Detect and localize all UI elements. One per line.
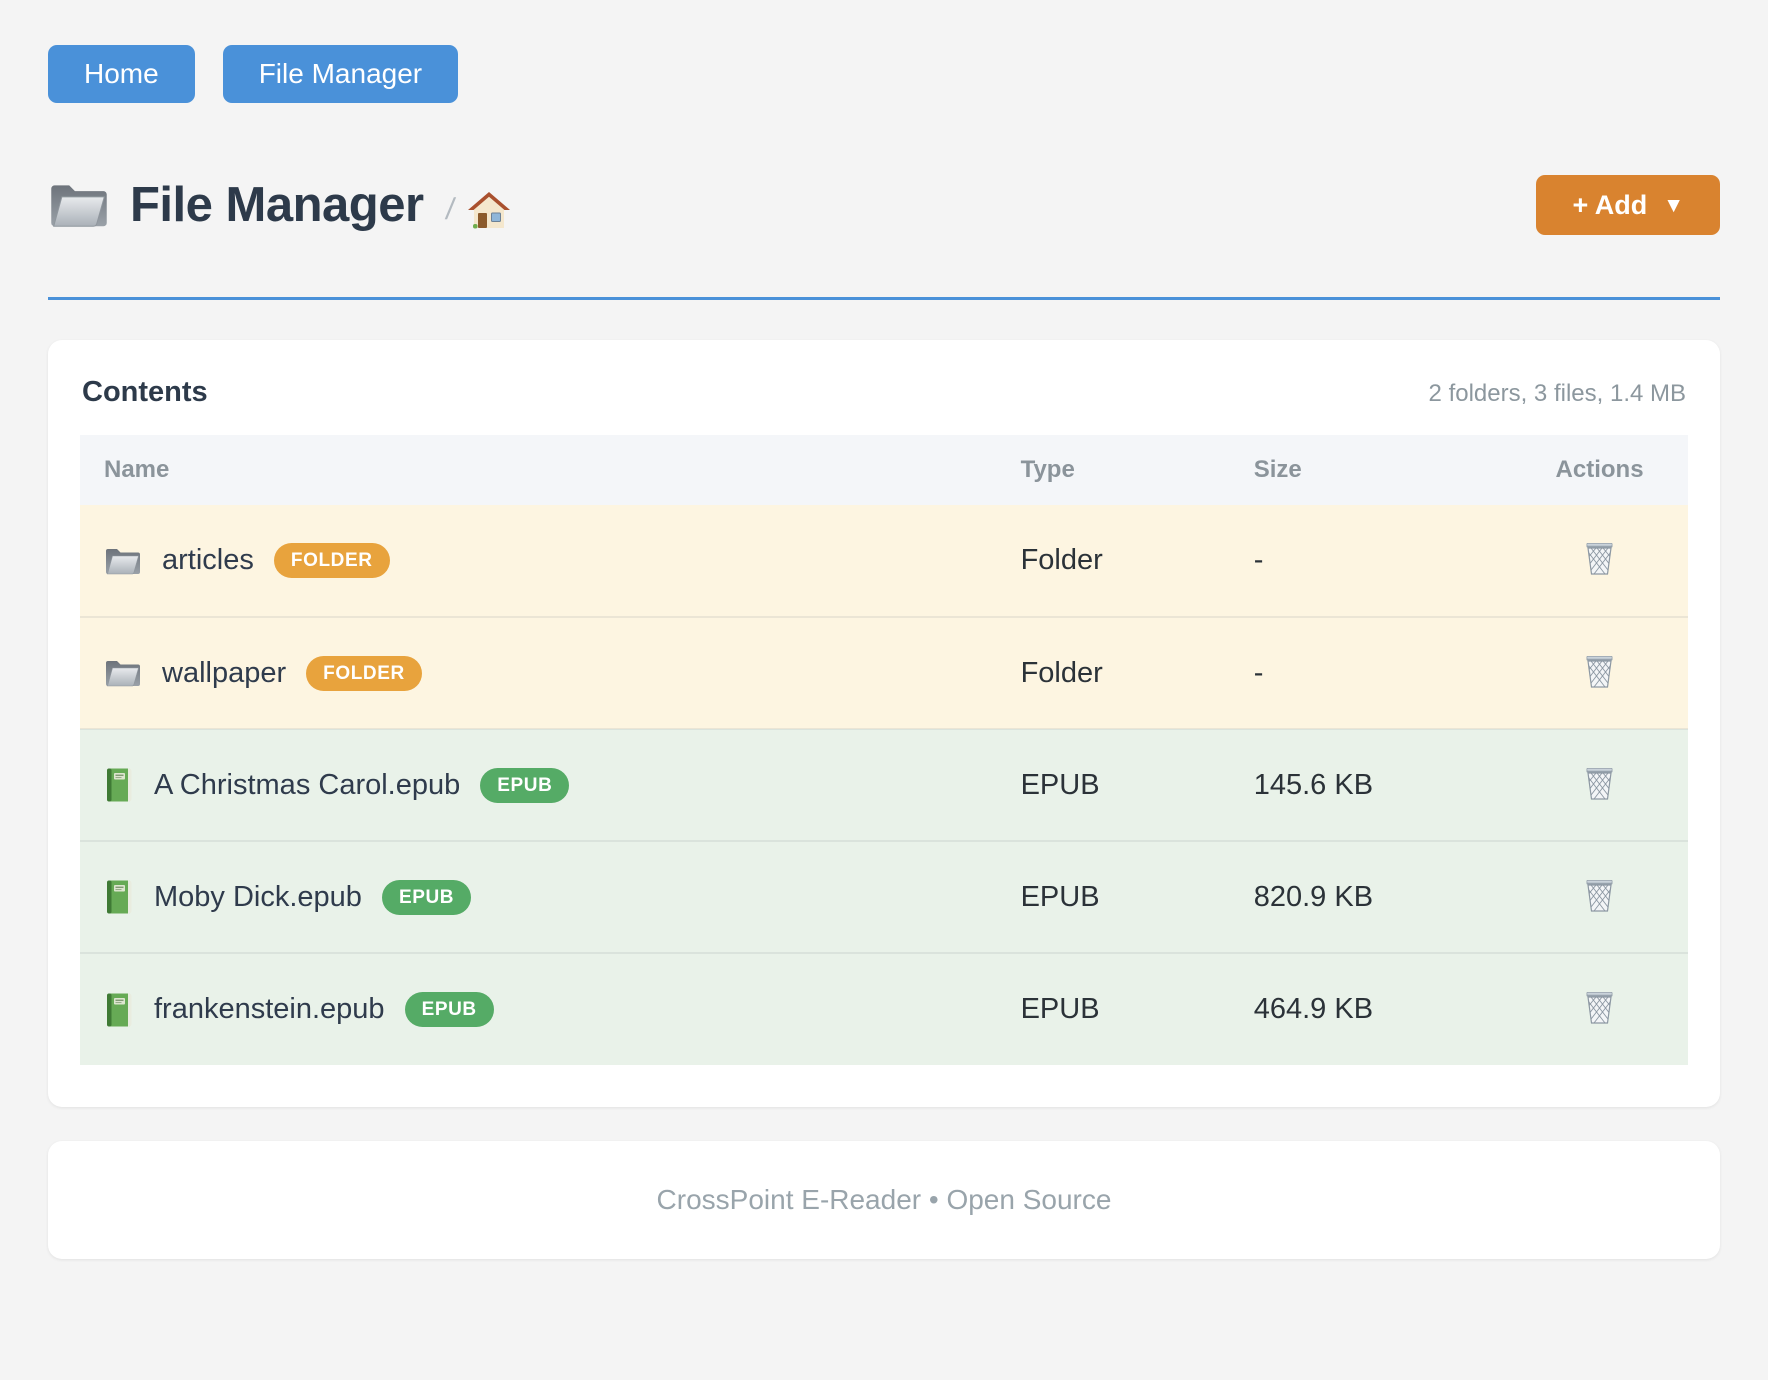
top-nav: Home File Manager: [48, 45, 1720, 103]
contents-heading: Contents: [82, 376, 208, 409]
column-header-size: Size: [1230, 435, 1511, 505]
item-badge: EPUB: [480, 768, 569, 803]
breadcrumb-home-link[interactable]: [468, 191, 510, 231]
contents-card: Contents 2 folders, 3 files, 1.4 MB Name…: [48, 340, 1720, 1107]
page-title: File Manager: [130, 177, 424, 233]
trash-icon: [1583, 540, 1616, 577]
item-name[interactable]: Moby Dick.epub: [154, 881, 362, 914]
item-type: Folder: [997, 617, 1230, 729]
green-book-icon: [104, 879, 134, 915]
item-type: EPUB: [997, 729, 1230, 841]
contents-summary: 2 folders, 3 files, 1.4 MB: [1429, 380, 1686, 408]
trash-icon: [1583, 765, 1616, 802]
green-book-icon: [104, 992, 134, 1028]
add-button-label: + Add: [1572, 190, 1647, 221]
item-badge: FOLDER: [306, 656, 422, 691]
item-type: EPUB: [997, 953, 1230, 1065]
contents-table-body: articles FOLDER Folder - wallpaper FOLDE…: [80, 505, 1688, 1065]
header-divider: [48, 297, 1720, 300]
delete-button[interactable]: [1579, 761, 1620, 806]
contents-table: Name Type Size Actions articles FOLDER F…: [80, 435, 1688, 1065]
chevron-down-icon: ▼: [1663, 195, 1684, 216]
folder-icon: [104, 658, 142, 688]
title-group: File Manager /: [48, 177, 510, 233]
trash-icon: [1583, 989, 1616, 1026]
table-row[interactable]: A Christmas Carol.epub EPUB EPUB 145.6 K…: [80, 729, 1688, 841]
item-name[interactable]: wallpaper: [162, 657, 286, 690]
column-header-actions: Actions: [1511, 435, 1688, 505]
item-size: 145.6 KB: [1230, 729, 1511, 841]
delete-button[interactable]: [1579, 873, 1620, 918]
green-book-icon: [104, 767, 134, 803]
table-row[interactable]: Moby Dick.epub EPUB EPUB 820.9 KB: [80, 841, 1688, 953]
item-name[interactable]: frankenstein.epub: [154, 993, 385, 1026]
table-row[interactable]: frankenstein.epub EPUB EPUB 464.9 KB: [80, 953, 1688, 1065]
footer-card: CrossPoint E-Reader • Open Source: [48, 1141, 1720, 1259]
folder-icon: [48, 179, 110, 231]
page-header: File Manager / + Add ▼: [48, 175, 1720, 235]
folder-icon: [104, 546, 142, 576]
footer-text: CrossPoint E-Reader • Open Source: [657, 1184, 1112, 1216]
column-header-type: Type: [997, 435, 1230, 505]
column-header-name: Name: [80, 435, 997, 505]
table-header-row: Name Type Size Actions: [80, 435, 1688, 505]
page: Home File Manager File Manager / + Add ▼…: [0, 0, 1768, 1380]
item-badge: EPUB: [405, 992, 494, 1027]
file-manager-button[interactable]: File Manager: [223, 45, 458, 103]
delete-button[interactable]: [1579, 985, 1620, 1030]
item-size: -: [1230, 617, 1511, 729]
item-name[interactable]: A Christmas Carol.epub: [154, 769, 460, 802]
add-button[interactable]: + Add ▼: [1536, 175, 1720, 235]
delete-button[interactable]: [1579, 649, 1620, 694]
item-badge: FOLDER: [274, 543, 390, 578]
home-button[interactable]: Home: [48, 45, 195, 103]
contents-card-header: Contents 2 folders, 3 files, 1.4 MB: [80, 376, 1688, 409]
item-badge: EPUB: [382, 880, 471, 915]
item-size: -: [1230, 505, 1511, 617]
home-icon: [468, 191, 510, 231]
item-name[interactable]: articles: [162, 544, 254, 577]
item-size: 464.9 KB: [1230, 953, 1511, 1065]
item-type: EPUB: [997, 841, 1230, 953]
table-row[interactable]: wallpaper FOLDER Folder -: [80, 617, 1688, 729]
table-row[interactable]: articles FOLDER Folder -: [80, 505, 1688, 617]
delete-button[interactable]: [1579, 536, 1620, 581]
item-type: Folder: [997, 505, 1230, 617]
breadcrumb-separator: /: [443, 193, 456, 227]
item-size: 820.9 KB: [1230, 841, 1511, 953]
trash-icon: [1583, 653, 1616, 690]
trash-icon: [1583, 877, 1616, 914]
